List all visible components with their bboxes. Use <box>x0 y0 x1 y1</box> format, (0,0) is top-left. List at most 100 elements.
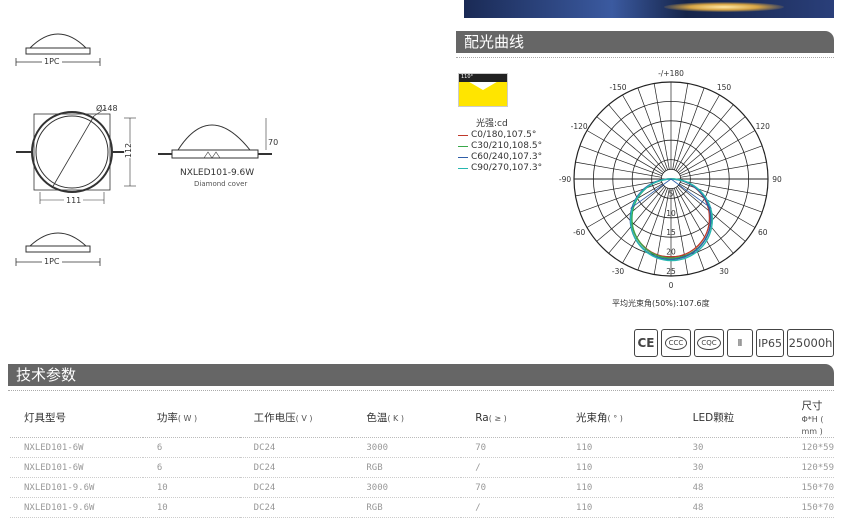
cell: / <box>461 497 563 518</box>
legend-swatch <box>458 168 468 169</box>
polar-spoke <box>575 161 662 178</box>
col-header-unit: ( W ) <box>177 414 198 423</box>
pc-label-top: 1PC <box>42 57 62 66</box>
ip65-rating-icon: IP65 <box>756 329 784 357</box>
cell: NXLED101-9.6W <box>10 497 143 518</box>
cell: DC24 <box>239 497 353 518</box>
col-header-unit: ( K ) <box>387 414 404 423</box>
cell: RGB <box>352 497 462 518</box>
cell: / <box>461 457 563 478</box>
legend-title: 光强:cd <box>476 119 508 129</box>
height-label: 112 <box>124 142 134 159</box>
cell: NXLED101-6W <box>10 457 143 478</box>
cell: 110 <box>562 477 679 498</box>
cell: 3000 <box>352 477 462 498</box>
light-curve-section-title: 配光曲线 <box>456 31 834 53</box>
polar-spoke <box>672 83 689 170</box>
col-header-name: 光束角 <box>576 412 608 424</box>
dome-height-label: 70 <box>268 138 279 147</box>
col-header-unit: Φ*H ( mm ) <box>801 415 824 436</box>
lifetime-rating-icon: 25000h <box>787 329 834 357</box>
product-photo <box>464 0 834 18</box>
col-header-name: 功率 <box>156 412 178 424</box>
radial-label: 20 <box>666 248 676 257</box>
legend-swatch <box>458 146 468 147</box>
table-row: NXLED101-9.6W 10 DC24 3000 70 110 48 150*70 <box>10 477 834 498</box>
col-header: LED颗粒 <box>678 398 788 438</box>
angle-label: -60 <box>573 228 585 237</box>
cell: DC24 <box>239 457 353 478</box>
model-caption: NXLED101-9.6W <box>180 168 255 178</box>
legend-label: C30/210,108.5° <box>471 141 543 151</box>
radial-label: 15 <box>666 228 676 237</box>
col-header-unit: ( ° ) <box>607 414 623 423</box>
polar-spoke <box>575 180 662 197</box>
section-divider <box>456 57 834 58</box>
cell: 110 <box>562 437 679 458</box>
diameter-label: Ø148 <box>96 104 118 113</box>
angle-label: 150 <box>717 83 732 92</box>
cover-caption: Diamond cover <box>194 180 248 188</box>
beam-swatch-label: 110° <box>461 74 474 80</box>
pc-label-bottom: 1PC <box>42 257 62 266</box>
average-beam-angle-caption: 平均光束角(50%):107.6度 <box>612 299 710 308</box>
beam-angle-swatch: 110° <box>458 73 508 107</box>
col-header: 光束角( ° ) <box>562 398 679 438</box>
cell: 120*59 <box>787 457 834 478</box>
polar-spoke <box>653 83 670 170</box>
cell: 3000 <box>352 437 462 458</box>
col-header-name: 色温 <box>366 412 388 424</box>
cell: NXLED101-6W <box>10 437 143 458</box>
legend-entry: C30/210,108.5° <box>458 141 542 152</box>
legend-entry: C90/270,107.3° <box>458 163 542 174</box>
ce-cert-icon: CE <box>634 329 658 357</box>
col-header-unit: ( ≥ ) <box>488 413 507 423</box>
dimension-drawings <box>15 33 272 266</box>
col-header: 色温( K ) <box>352 398 462 438</box>
col-header-name: 灯具型号 <box>24 412 66 424</box>
tech-params-section-title: 技术参数 <box>8 364 834 386</box>
col-header-name: Ra <box>475 411 489 424</box>
cell: RGB <box>352 457 462 478</box>
legend-swatch <box>458 135 468 136</box>
polar-spoke <box>680 161 767 178</box>
cell: 48 <box>678 477 788 498</box>
angle-label: -90 <box>559 175 571 184</box>
legend-entry: C0/180,107.5° <box>458 130 542 141</box>
legend-label: C60/240,107.3° <box>471 152 543 162</box>
col-header-unit: ( V ) <box>295 414 313 423</box>
col-header-name: LED颗粒 <box>692 412 735 424</box>
angle-label: 60 <box>758 228 768 237</box>
cell: 48 <box>678 497 788 518</box>
angle-label: 90 <box>772 175 782 184</box>
angle-label: -120 <box>571 122 588 131</box>
col-header: 工作电压( V ) <box>239 398 353 438</box>
radial-label: 10 <box>666 209 676 218</box>
legend-label: C90/270,107.3° <box>471 163 543 173</box>
cqc-cert-icon: CQC <box>694 329 724 357</box>
cell: 150*70 <box>787 497 834 518</box>
col-header: 尺寸 Φ*H ( mm ) <box>787 398 834 438</box>
cell: 10 <box>142 497 240 518</box>
cell: 70 <box>461 477 563 498</box>
ccc-cert-label: CCC <box>664 336 688 350</box>
angle-label: -/+180 <box>658 69 684 78</box>
table-header-row: 灯具型号 功率( W ) 工作电压( V ) 色温( K ) Ra( ≥ ) 光… <box>10 398 834 438</box>
ccc-cert-icon: CCC <box>661 329 691 357</box>
spec-table: 灯具型号 功率( W ) 工作电压( V ) 色温( K ) Ra( ≥ ) 光… <box>10 398 834 518</box>
table-row: NXLED101-9.6W 10 DC24 RGB/110 48 150*70 <box>10 497 834 518</box>
polar-spoke <box>680 180 767 197</box>
table-row: NXLED101-6W 6 DC24 RGB/110 30 120*59 <box>10 457 834 478</box>
cell: 10 <box>142 477 240 498</box>
col-header: Ra( ≥ ) <box>461 398 563 438</box>
width-label: 111 <box>64 196 84 205</box>
cell: 30 <box>678 457 788 478</box>
polar-light-distribution-diagram: -/+180 -150 150 -120 120 -90 90 -60 60 -30 30 0 5 10 1… <box>559 69 782 290</box>
cell: 150*70 <box>787 477 834 498</box>
radial-label: 25 <box>666 267 676 276</box>
cell: 6 <box>142 457 240 478</box>
table-row: NXLED101-6W 6 DC24 3000 70 110 30 120*59 <box>10 437 834 458</box>
angle-label: -30 <box>612 267 624 276</box>
col-header: 功率( W ) <box>142 398 240 438</box>
angle-label: 120 <box>756 122 771 131</box>
